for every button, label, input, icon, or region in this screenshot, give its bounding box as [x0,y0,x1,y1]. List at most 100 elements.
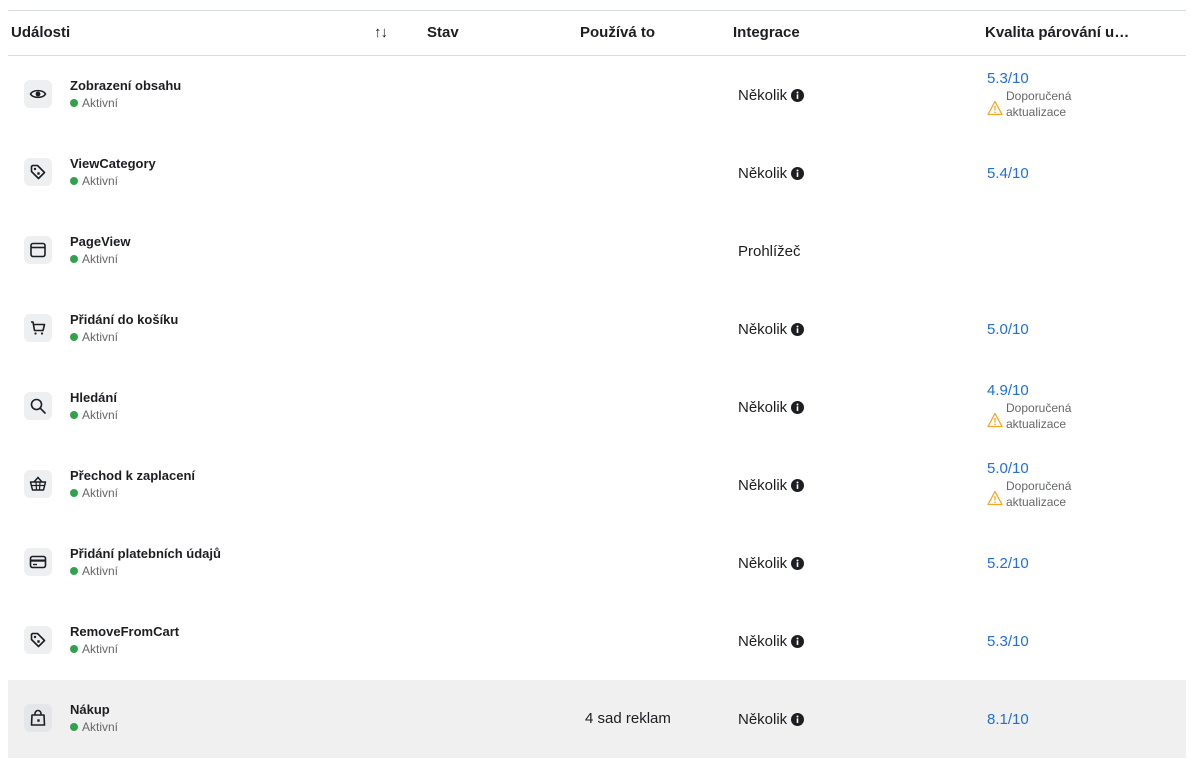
event-status: Aktivní [70,174,118,188]
credit-card-icon [24,548,52,576]
update-recommendation: Doporučená aktualizace [987,478,1086,510]
active-status-dot [70,645,78,653]
event-status: Aktivní [70,330,118,344]
tag-icon [24,158,52,186]
integration-value: Prohlížeč [738,242,801,260]
info-icon[interactable] [791,322,805,336]
update-recommendation: Doporučená aktualizace [987,88,1086,120]
match-quality-cell: 8.1/10 [987,680,1029,758]
event-name[interactable]: ViewCategory [70,156,156,171]
event-name[interactable]: Zobrazení obsahu [70,78,181,93]
integration-cell: Několik [738,446,805,524]
table-row[interactable]: Přidání platebních údajů Aktivní Několik 5.… [8,524,1186,602]
event-status-label: Aktivní [82,486,119,500]
integration-cell: Několik [738,680,805,758]
info-icon[interactable] [791,712,805,726]
match-quality-score[interactable]: 8.1/10 [987,711,1029,728]
match-quality-cell: 5.2/10 [987,524,1029,602]
sort-icon[interactable]: ↑↓ [374,11,388,55]
info-icon[interactable] [791,556,805,570]
integration-value: Několik [738,554,788,572]
warning-icon [987,490,1003,506]
table-row[interactable]: Hledání Aktivní Několik 4.9/10 Doporučená ak… [8,368,1186,446]
active-status-dot [70,99,78,107]
integration-cell: Několik [738,602,805,680]
event-status: Aktivní [70,252,118,266]
warning-text: Doporučená aktualizace [1006,479,1072,509]
event-name[interactable]: Hledání [70,390,117,405]
used-by-value[interactable]: 4 sad reklam [585,680,671,758]
active-status-dot [70,255,78,263]
warning-text: Doporučená aktualizace [1006,401,1072,431]
event-status: Aktivní [70,720,118,734]
eye-icon [24,80,52,108]
active-status-dot [70,723,78,731]
active-status-dot [70,333,78,341]
event-status: Aktivní [70,486,118,500]
table-row[interactable]: Přidání do košíku Aktivní Několik 5.0/10 [8,290,1186,368]
match-quality-cell: 5.3/10 Doporučená aktualizace [987,56,1086,134]
shopping-bag-icon [24,704,52,732]
table-row[interactable]: PageView Aktivní Prohlížeč [8,212,1186,290]
table-body: Zobrazení obsahu Aktivní Několik 5.3/10 Dopo… [8,56,1186,758]
match-quality-score[interactable]: 5.2/10 [987,555,1029,572]
event-status-label: Aktivní [82,408,119,422]
info-icon[interactable] [791,400,805,414]
active-status-dot [70,177,78,185]
match-quality-score[interactable]: 5.0/10 [987,321,1029,338]
event-status-label: Aktivní [82,720,119,734]
match-quality-score[interactable]: 5.3/10 [987,633,1029,650]
info-icon[interactable] [791,634,805,648]
integration-value: Několik [738,710,788,728]
column-header-events[interactable]: Události [11,11,70,55]
event-name[interactable]: Nákup [70,702,110,717]
active-status-dot [70,411,78,419]
event-name[interactable]: Přidání platebních údajů [70,546,221,561]
match-quality-cell: 5.0/10 Doporučená aktualizace [987,446,1086,524]
info-icon[interactable] [791,88,805,102]
match-quality-cell: 4.9/10 Doporučená aktualizace [987,368,1086,446]
integration-cell: Prohlížeč [738,212,801,290]
table-row[interactable]: ViewCategory Aktivní Několik 5.4/10 [8,134,1186,212]
info-icon[interactable] [791,166,805,180]
event-name[interactable]: Přidání do košíku [70,312,178,327]
shopping-cart-icon [24,314,52,342]
tag-icon [24,626,52,654]
match-quality-cell: 5.0/10 [987,290,1029,368]
active-status-dot [70,489,78,497]
column-header-used-by[interactable]: Používá to [580,11,655,55]
warning-text: Doporučená aktualizace [1006,89,1072,119]
warning-icon [987,100,1003,116]
event-status-label: Aktivní [82,642,119,656]
event-status-label: Aktivní [82,252,119,266]
match-quality-cell: 5.4/10 [987,134,1029,212]
match-quality-score[interactable]: 5.3/10 [987,70,1086,87]
event-name[interactable]: RemoveFromCart [70,624,179,639]
integration-value: Několik [738,632,788,650]
table-header: Události ↑↓ Stav Používá to Integrace Kv… [8,10,1186,56]
integration-cell: Několik [738,134,805,212]
match-quality-score[interactable]: 5.4/10 [987,165,1029,182]
event-status-label: Aktivní [82,564,119,578]
event-name[interactable]: PageView [70,234,130,249]
basket-icon [24,470,52,498]
integration-value: Několik [738,476,788,494]
match-quality-score[interactable]: 4.9/10 [987,382,1086,399]
table-row[interactable]: Zobrazení obsahu Aktivní Několik 5.3/10 Dopo… [8,56,1186,134]
integration-value: Několik [738,164,788,182]
integration-value: Několik [738,320,788,338]
info-icon[interactable] [791,478,805,492]
table-row[interactable]: Nákup Aktivní 4 sad reklam Několik 8.1/10 [8,680,1186,758]
table-row[interactable]: RemoveFromCart Aktivní Několik 5.3/10 [8,602,1186,680]
event-name[interactable]: Přechod k zaplacení [70,468,195,483]
column-header-status[interactable]: Stav [427,11,459,55]
column-header-integration[interactable]: Integrace [733,11,800,55]
column-header-match-quality[interactable]: Kvalita párování u… [985,11,1129,55]
match-quality-score[interactable]: 5.0/10 [987,460,1086,477]
table-row[interactable]: Přechod k zaplacení Aktivní Několik 5.0/10 D… [8,446,1186,524]
search-icon [24,392,52,420]
event-status-label: Aktivní [82,330,119,344]
update-recommendation: Doporučená aktualizace [987,400,1086,432]
active-status-dot [70,567,78,575]
event-status: Aktivní [70,564,118,578]
